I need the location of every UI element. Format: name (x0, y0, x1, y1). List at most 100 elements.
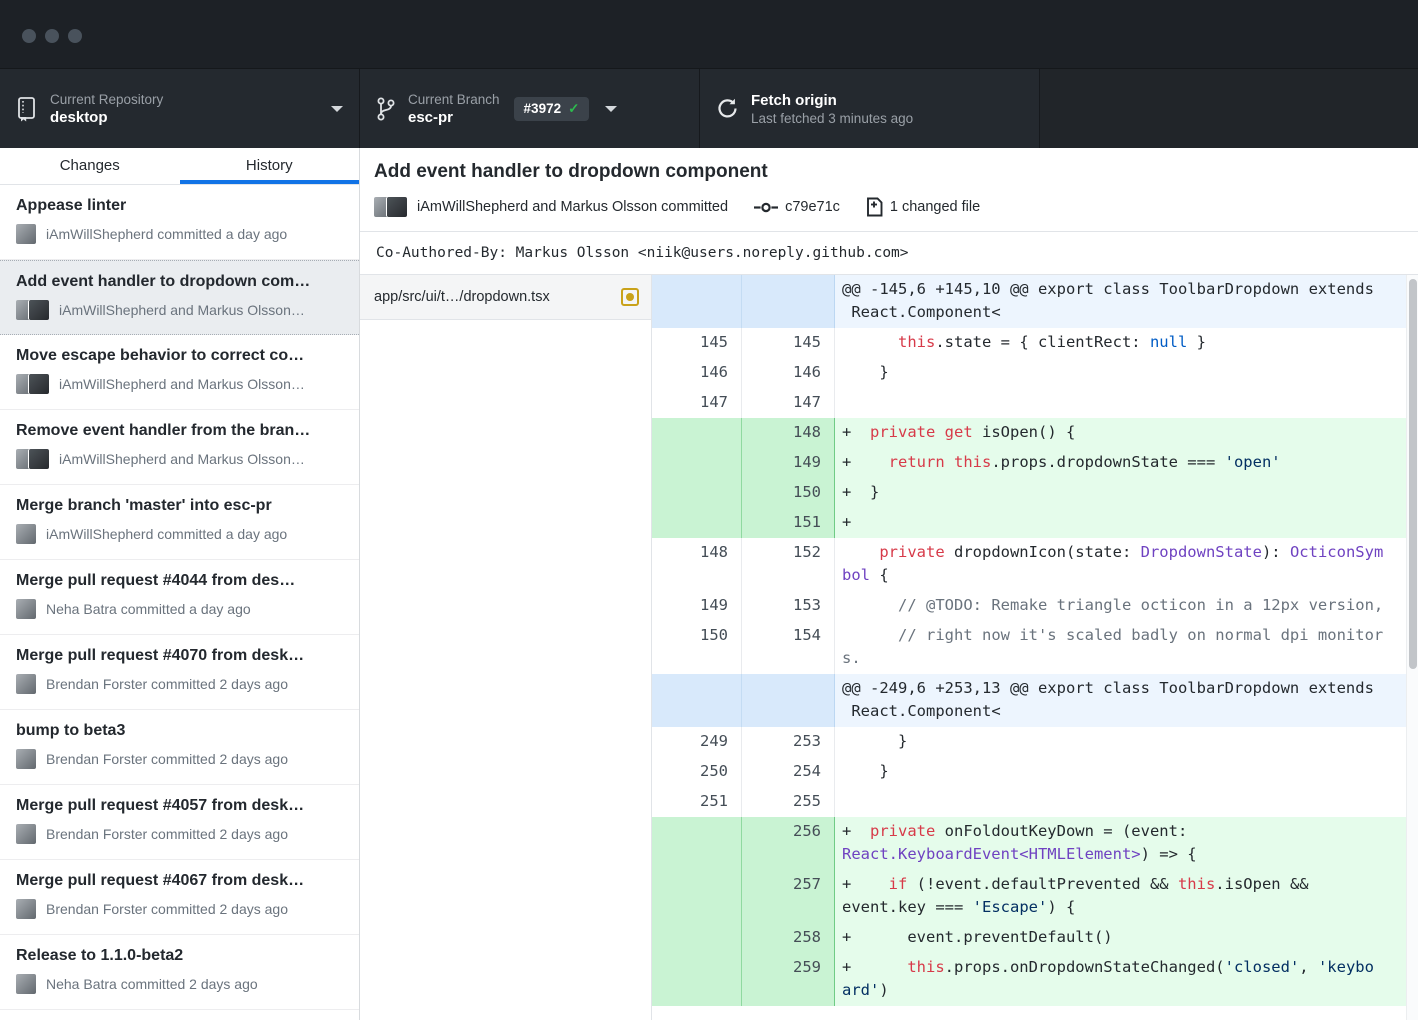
diff-new-line-number: 256 (742, 817, 835, 870)
commit-item-byline: iAmWillShepherd and Markus Olsson… (59, 302, 343, 318)
commit-list-item[interactable]: Merge pull request #4044 from des…Neha B… (0, 560, 359, 635)
pr-number-badge[interactable]: #3972 ✓ (514, 97, 590, 121)
diff-new-line-number: 149 (742, 448, 835, 478)
code-token: + event.preventDefault() (842, 928, 1113, 946)
modified-status-icon (621, 288, 639, 306)
commit-item-byline: Neha Batra committed a day ago (46, 601, 343, 617)
commit-item-title: Move escape behavior to correct co… (16, 347, 343, 365)
fetch-origin-button[interactable]: Fetch origin Last fetched 3 minutes ago (700, 69, 1040, 148)
code-token: if (889, 875, 908, 893)
code-token: (!event.defaultPrevented && (907, 875, 1178, 893)
avatar (16, 749, 36, 769)
commit-list-item[interactable]: Remove event handler from the bran… iAmWi… (0, 410, 359, 485)
commit-list-item[interactable]: Merge pull request #4053 from d… (0, 1010, 359, 1020)
commit-item-avatars (16, 974, 36, 994)
code-token: } (842, 762, 889, 780)
diff-code-line: + event.preventDefault() (835, 923, 1406, 953)
diff-old-line-number: 250 (652, 757, 742, 787)
commit-item-avatars (16, 899, 36, 919)
app-toolbar: Current Repository desktop Current Branc… (0, 68, 1418, 148)
diff-old-line-number (652, 418, 742, 448)
avatar (16, 974, 36, 994)
tab-changes[interactable]: Changes (0, 148, 180, 184)
diff-code-line: + this.props.onDropdownStateChanged('clo… (835, 953, 1406, 1006)
commit-list-item[interactable]: bump to beta3Brendan Forster committed 2… (0, 710, 359, 785)
commit-list-item[interactable]: Appease linteriAmWillShepherd committed … (0, 185, 359, 260)
commit-item-byline: Brendan Forster committed 2 days ago (46, 901, 343, 917)
file-list-item[interactable]: app/src/ui/t…/dropdown.tsx (360, 275, 651, 320)
commit-meta-row: iAmWillShepherd and Markus Olsson commit… (374, 197, 1402, 217)
diff-new-line-number: 151 (742, 508, 835, 538)
code-token: .state = { clientRect: (935, 333, 1150, 351)
code-token: isOpen() { (973, 423, 1076, 441)
commit-item-meta: Brendan Forster committed 2 days ago (16, 749, 343, 769)
code-token (935, 423, 944, 441)
maximize-window-button[interactable] (68, 29, 82, 43)
code-token: @@ -145,6 +145,10 @@ export class Toolba… (842, 280, 1374, 321)
diff-workspace: app/src/ui/t…/dropdown.tsx @@ -145,6 +14… (360, 274, 1418, 1020)
diff-code-line: + } (835, 478, 1406, 508)
diff-added-row: 148+ private get isOpen() { (652, 418, 1406, 448)
commit-list-item[interactable]: Merge branch 'master' into esc-priAmWill… (0, 485, 359, 560)
git-commit-icon (754, 200, 778, 215)
commit-item-avatars (16, 300, 49, 320)
diff-code-line: + return this.props.dropdownState === 'o… (835, 448, 1406, 478)
diff-old-line-number: 148 (652, 538, 742, 591)
diff-old-line-number (652, 923, 742, 953)
diff-old-line-number: 251 (652, 787, 742, 817)
close-window-button[interactable] (22, 29, 36, 43)
code-token: private (879, 543, 944, 561)
diff-code-line: @@ -145,6 +145,10 @@ export class Toolba… (835, 275, 1406, 328)
code-token: 'open' (1225, 453, 1281, 471)
avatar (387, 197, 407, 217)
code-token: // @TODO: Remake triangle octicon in a 1… (842, 596, 1383, 614)
commit-item-avatars (16, 524, 36, 544)
diff-code-line: + private get isOpen() { (835, 418, 1406, 448)
commit-item-meta: Neha Batra committed 2 days ago (16, 974, 343, 994)
diff-new-line-number: 148 (742, 418, 835, 448)
diff-scrollbar-thumb[interactable] (1409, 279, 1417, 669)
commit-title: Add event handler to dropdown component (374, 161, 1402, 183)
current-branch-button[interactable]: Current Branch esc-pr #3972 ✓ (360, 69, 700, 148)
diff-code-line (835, 787, 1406, 817)
commit-item-title: Remove event handler from the bran… (16, 422, 343, 440)
diff-old-line-number (652, 817, 742, 870)
diff-new-line-number: 254 (742, 757, 835, 787)
code-token: + (842, 958, 907, 976)
code-token: private (870, 423, 935, 441)
commit-list-item[interactable]: Merge pull request #4070 from desk…Brend… (0, 635, 359, 710)
commit-list-item[interactable]: Merge pull request #4067 from desk…Brend… (0, 860, 359, 935)
commit-list-item[interactable]: Merge pull request #4057 from desk… Brend… (0, 785, 359, 860)
diff-code-line: } (835, 757, 1406, 787)
diff-new-line-number: 258 (742, 923, 835, 953)
diff-rows: @@ -145,6 +145,10 @@ export class Toolba… (652, 275, 1406, 1006)
diff-new-line-number: 259 (742, 953, 835, 1006)
minimize-window-button[interactable] (45, 29, 59, 43)
diff-new-line-number: 153 (742, 591, 835, 621)
diff-scrollbar-track[interactable] (1406, 275, 1418, 1020)
commit-list-item[interactable]: Add event handler to dropdown com…iAmWil… (0, 260, 359, 335)
diff-hunk-header-row: @@ -249,6 +253,13 @@ export class Toolba… (652, 674, 1406, 727)
commit-item-meta: iAmWillShepherd committed a day ago (16, 524, 343, 544)
commit-item-meta: iAmWillShepherd and Markus Olsson… (16, 300, 343, 320)
diff-code-line: + if (!event.defaultPrevented && this.is… (835, 870, 1406, 923)
tab-history[interactable]: History (180, 148, 360, 184)
diff-new-line-number: 152 (742, 538, 835, 591)
current-repository-button[interactable]: Current Repository desktop (0, 69, 360, 148)
commit-list-item[interactable]: Move escape behavior to correct co…iAmWi… (0, 335, 359, 410)
avatar (29, 449, 49, 469)
code-token (842, 333, 898, 351)
code-token: this (954, 453, 991, 471)
avatar (16, 599, 36, 619)
code-token: 'Escape' (973, 898, 1048, 916)
diff-old-line-number: 146 (652, 358, 742, 388)
commit-item-byline: Neha Batra committed 2 days ago (46, 976, 343, 992)
toolbar-spacer (1040, 69, 1418, 148)
commit-item-byline: iAmWillShepherd committed a day ago (46, 226, 343, 242)
diff-new-line-number: 255 (742, 787, 835, 817)
code-token: get (945, 423, 973, 441)
commit-item-title: Merge pull request #4057 from desk… (16, 797, 343, 815)
commit-item-meta: iAmWillShepherd and Markus Olsson… (16, 449, 343, 469)
commit-list-item[interactable]: Release to 1.1.0-beta2Neha Batra committ… (0, 935, 359, 1010)
commit-item-byline: Brendan Forster committed 2 days ago (46, 826, 343, 842)
